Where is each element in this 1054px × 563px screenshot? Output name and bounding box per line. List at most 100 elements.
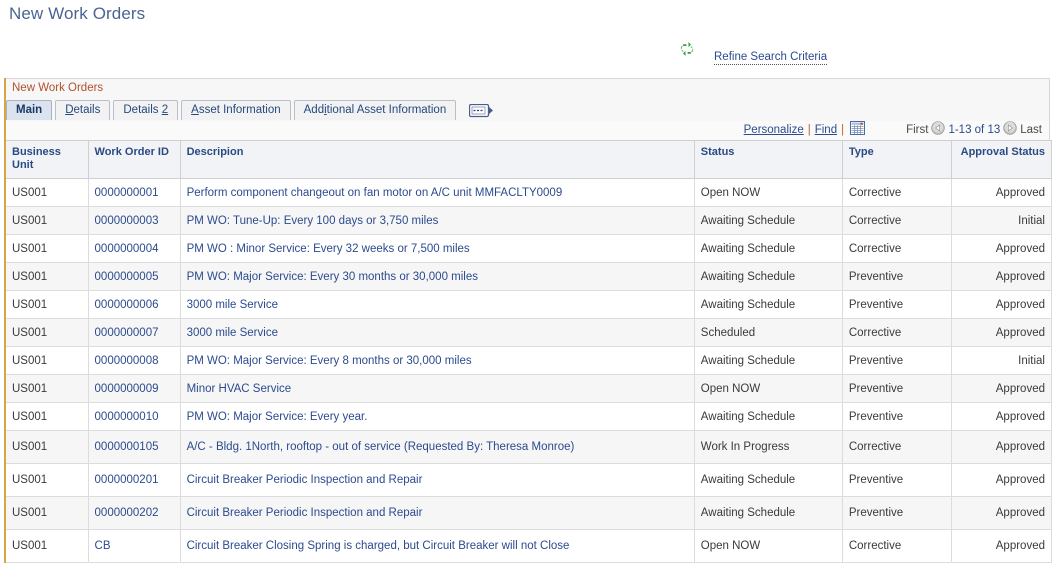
cell-work-order-id-link[interactable]: CB <box>95 540 111 552</box>
cell-work-order-id[interactable]: 0000000010 <box>88 402 181 431</box>
cell-work-order-id[interactable]: 0000000105 <box>88 430 181 464</box>
column-header-approval-status[interactable]: Approval Status <box>951 140 1053 179</box>
cell-status: Awaiting Schedule <box>694 463 843 497</box>
work-orders-grid-panel: New Work Orders Main Details Details 2 A… <box>4 78 1053 563</box>
download-to-spreadsheet-icon[interactable] <box>850 121 866 138</box>
grid-caption: New Work Orders <box>12 82 104 94</box>
cell-work-order-id[interactable]: CB <box>88 529 181 563</box>
cell-work-order-id-link[interactable]: 0000000007 <box>95 327 159 339</box>
last-page-label[interactable]: Last <box>1017 124 1045 136</box>
cell-description-link[interactable]: 3000 mile Service <box>187 299 278 311</box>
table-row: US001 0000000009 Minor HVAC Service Open NO… <box>6 374 1053 403</box>
cell-type: Preventive <box>842 374 952 403</box>
column-header-work-order-id[interactable]: Work Order ID <box>88 140 181 179</box>
cell-approval-status: Initial <box>951 206 1053 235</box>
refresh-icon[interactable] <box>678 40 696 58</box>
cell-description[interactable]: 3000 mile Service <box>180 290 695 319</box>
column-header-description[interactable]: Descripion <box>180 140 695 179</box>
tab-main-label: Main <box>16 104 43 116</box>
cell-work-order-id[interactable]: 0000000005 <box>88 262 181 291</box>
cell-type: Corrective <box>842 206 952 235</box>
cell-type: Preventive <box>842 290 952 319</box>
cell-work-order-id[interactable]: 0000000003 <box>88 206 181 235</box>
cell-description[interactable]: PM WO: Major Service: Every 8 months or … <box>180 346 695 375</box>
cell-description[interactable]: Circuit Breaker Periodic Inspection and … <box>180 463 695 497</box>
cell-work-order-id[interactable]: 0000000202 <box>88 496 181 530</box>
cell-business-unit: US001 <box>6 496 89 530</box>
cell-work-order-id-link[interactable]: 0000000003 <box>95 215 159 227</box>
cell-work-order-id[interactable]: 0000000001 <box>88 178 181 207</box>
cell-status: Awaiting Schedule <box>694 496 843 530</box>
cell-status: Awaiting Schedule <box>694 402 843 431</box>
cell-description-link[interactable]: PM WO: Major Service: Every year. <box>187 411 368 423</box>
column-header-business-unit[interactable]: Business Unit <box>6 140 89 179</box>
cell-description-link[interactable]: Circuit Breaker Closing Spring is charge… <box>187 540 570 552</box>
cell-description[interactable]: Minor HVAC Service <box>180 374 695 403</box>
cell-work-order-id-link[interactable]: 0000000010 <box>95 411 159 423</box>
cell-approval-status: Approved <box>951 430 1053 464</box>
cell-description-link[interactable]: Circuit Breaker Periodic Inspection and … <box>187 507 423 519</box>
cell-description-link[interactable]: A/C - Bldg. 1North, rooftop - out of ser… <box>187 441 575 453</box>
previous-page-icon[interactable] <box>931 121 946 138</box>
cell-description[interactable]: PM WO: Major Service: Every 30 months or… <box>180 262 695 291</box>
cell-description-link[interactable]: Perform component changeout on fan motor… <box>187 187 563 199</box>
cell-work-order-id-link[interactable]: 0000000004 <box>95 243 159 255</box>
tab-details[interactable]: Details <box>55 100 111 120</box>
find-link[interactable]: Find <box>815 124 837 136</box>
tab-asset-information[interactable]: Asset Information <box>181 100 291 120</box>
cell-work-order-id-link[interactable]: 0000000005 <box>95 271 159 283</box>
refine-search-criteria-link[interactable]: Refine Search Criteria <box>714 51 828 65</box>
cell-work-order-id-link[interactable]: 0000000006 <box>95 299 159 311</box>
cell-description[interactable]: Circuit Breaker Closing Spring is charge… <box>180 529 695 563</box>
cell-description[interactable]: PM WO: Major Service: Every year. <box>180 402 695 431</box>
page-title: New Work Orders <box>9 4 146 23</box>
cell-description[interactable]: Circuit Breaker Periodic Inspection and … <box>180 496 695 530</box>
cell-type: Preventive <box>842 262 952 291</box>
cell-status: Work In Progress <box>694 430 843 464</box>
cell-work-order-id-link[interactable]: 0000000001 <box>95 187 159 199</box>
cell-approval-status: Approved <box>951 290 1053 319</box>
cell-work-order-id[interactable]: 0000000008 <box>88 346 181 375</box>
cell-description[interactable]: PM WO : Minor Service: Every 32 weeks or… <box>180 234 695 263</box>
cell-description-link[interactable]: PM WO: Tune-Up: Every 100 days or 3,750 … <box>187 215 439 227</box>
cell-work-order-id-link[interactable]: 0000000105 <box>95 441 159 453</box>
cell-work-order-id[interactable]: 0000000007 <box>88 318 181 347</box>
tab-details-2[interactable]: Details 2 <box>113 100 179 120</box>
cell-description[interactable]: A/C - Bldg. 1North, rooftop - out of ser… <box>180 430 695 464</box>
work-orders-table: Business Unit Work Order ID Descripion S… <box>6 140 1053 563</box>
cell-type: Corrective <box>842 234 952 263</box>
show-next-tab-icon[interactable] <box>469 103 495 118</box>
column-header-status[interactable]: Status <box>694 140 843 179</box>
cell-type: Corrective <box>842 529 952 563</box>
cell-work-order-id-link[interactable]: 0000000201 <box>95 474 159 486</box>
cell-business-unit: US001 <box>6 318 89 347</box>
cell-description-link[interactable]: PM WO: Major Service: Every 8 months or … <box>187 355 472 367</box>
cell-work-order-id[interactable]: 0000000009 <box>88 374 181 403</box>
cell-description[interactable]: Perform component changeout on fan motor… <box>180 178 695 207</box>
first-page-label[interactable]: First <box>903 124 931 136</box>
table-header-row: Business Unit Work Order ID Descripion S… <box>6 140 1053 179</box>
cell-work-order-id[interactable]: 0000000201 <box>88 463 181 497</box>
cell-description-link[interactable]: PM WO : Minor Service: Every 32 weeks or… <box>187 243 470 255</box>
column-header-type[interactable]: Type <box>842 140 952 179</box>
cell-type: Preventive <box>842 346 952 375</box>
cell-work-order-id-link[interactable]: 0000000009 <box>95 383 159 395</box>
cell-description[interactable]: 3000 mile Service <box>180 318 695 347</box>
cell-work-order-id-link[interactable]: 0000000008 <box>95 355 159 367</box>
cell-description-link[interactable]: PM WO: Major Service: Every 30 months or… <box>187 271 478 283</box>
cell-work-order-id-link[interactable]: 0000000202 <box>95 507 159 519</box>
cell-description-link[interactable]: Circuit Breaker Periodic Inspection and … <box>187 474 423 486</box>
cell-description-link[interactable]: Minor HVAC Service <box>187 383 292 395</box>
table-body: US001 0000000001 Perform component changeo… <box>6 178 1053 563</box>
cell-status: Scheduled <box>694 318 843 347</box>
cell-work-order-id[interactable]: 0000000006 <box>88 290 181 319</box>
cell-work-order-id[interactable]: 0000000004 <box>88 234 181 263</box>
tab-additional-asset-information[interactable]: Additional Asset Information <box>293 100 457 120</box>
personalize-link[interactable]: Personalize <box>744 124 804 136</box>
cell-description[interactable]: PM WO: Tune-Up: Every 100 days or 3,750 … <box>180 206 695 235</box>
table-row: US001 0000000001 Perform component changeo… <box>6 178 1053 207</box>
next-page-icon[interactable] <box>1003 121 1017 138</box>
tab-main[interactable]: Main <box>6 100 53 120</box>
grid-caption-bar: New Work Orders <box>6 78 1050 100</box>
cell-description-link[interactable]: 3000 mile Service <box>187 327 278 339</box>
